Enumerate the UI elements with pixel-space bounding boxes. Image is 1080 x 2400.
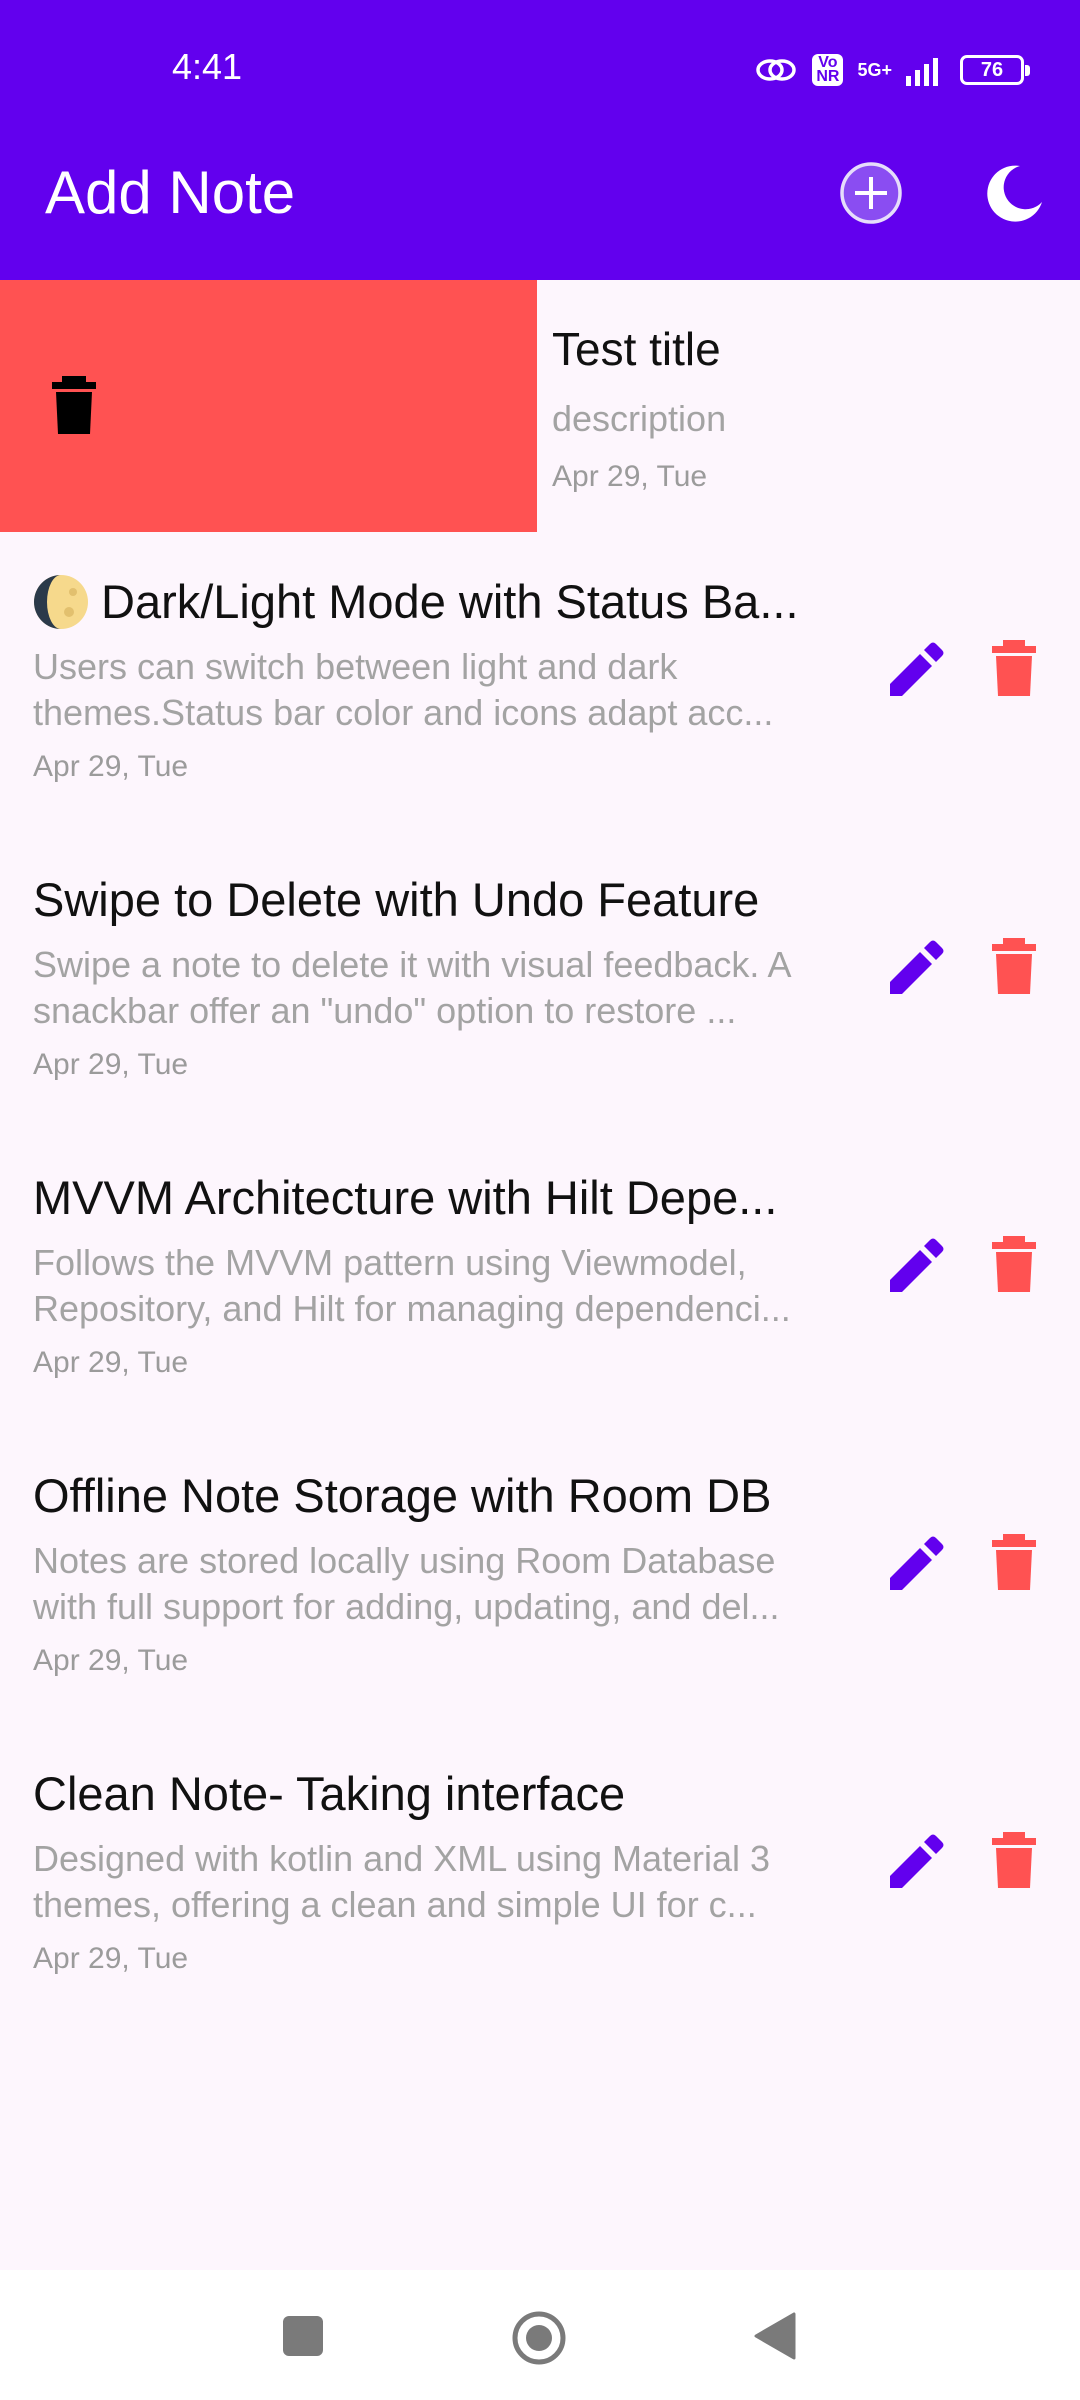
note-title: Test title <box>552 323 721 375</box>
add-circle-icon[interactable] <box>838 160 904 226</box>
note-title: MVVM Architecture with Hilt Depe... <box>33 1168 848 1228</box>
edit-icon[interactable] <box>886 1536 944 1594</box>
circle-icon[interactable] <box>511 2310 567 2366</box>
note-date: Apr 29, Tue <box>552 460 708 493</box>
note-date: Apr 29, Tue <box>33 1346 189 1379</box>
note-description: Users can switch between light and dark … <box>33 646 774 733</box>
triangle-back-icon[interactable] <box>752 2312 796 2360</box>
battery-icon: 76 <box>960 55 1030 85</box>
note-text: Clean Note- Taking interface Designed wi… <box>33 1764 848 1976</box>
note-text: Offline Note Storage with Room DB Notes … <box>33 1466 848 1678</box>
note-item[interactable]: Dark/Light Mode with Status Ba... Users … <box>0 532 1080 830</box>
note-title-text: Dark/Light Mode with Status Ba... <box>101 575 799 628</box>
status-icons: Vo NR 5G+ 76 <box>754 44 1030 96</box>
swipe-delete-background <box>0 280 537 532</box>
battery-level: 76 <box>980 58 1004 81</box>
status-time: 4:41 <box>172 46 243 87</box>
signal-icon <box>906 58 938 86</box>
note-item[interactable]: MVVM Architecture with Hilt Depe... Foll… <box>0 1128 1080 1426</box>
edit-icon[interactable] <box>886 940 944 998</box>
note-description: Follows the MVVM pattern using Viewmodel… <box>33 1242 791 1329</box>
volte-badge: Vo NR <box>812 54 844 86</box>
note-date: Apr 29, Tue <box>33 750 189 783</box>
note-description: Designed with kotlin and XML using Mater… <box>33 1838 771 1925</box>
swiped-note-content: Test title description Apr 29, Tue <box>552 322 1072 494</box>
delete-icon <box>52 376 96 434</box>
network-label: 5G+ <box>857 60 892 80</box>
note-title-text: MVVM Architecture with Hilt Depe... <box>33 1171 778 1224</box>
note-date: Apr 29, Tue <box>33 1942 189 1975</box>
note-item[interactable]: Swipe to Delete with Undo Feature Swipe … <box>0 830 1080 1128</box>
note-title-text: Clean Note- Taking interface <box>33 1767 626 1820</box>
delete-icon[interactable] <box>990 938 1038 994</box>
note-date: Apr 29, Tue <box>33 1644 189 1677</box>
note-text: Dark/Light Mode with Status Ba... Users … <box>33 572 848 784</box>
delete-icon[interactable] <box>990 1832 1038 1888</box>
notes-list: Test title description Apr 29, Tue Dark/… <box>0 280 1080 2022</box>
note-description: Notes are stored locally using Room Data… <box>33 1540 780 1627</box>
note-item[interactable]: Clean Note- Taking interface Designed wi… <box>0 1724 1080 2022</box>
note-title: Offline Note Storage with Room DB <box>33 1466 848 1526</box>
delete-icon[interactable] <box>990 1534 1038 1590</box>
moon-icon[interactable] <box>980 160 1046 226</box>
square-icon[interactable] <box>283 2316 323 2356</box>
edit-icon[interactable] <box>886 1834 944 1892</box>
note-text: MVVM Architecture with Hilt Depe... Foll… <box>33 1168 848 1380</box>
app-bar: 4:41 Vo NR 5G+ 76 Add Note <box>0 0 1080 280</box>
delete-icon[interactable] <box>990 1236 1038 1292</box>
link-icon <box>756 59 797 81</box>
system-nav-bar <box>0 2270 1080 2400</box>
note-item[interactable]: Offline Note Storage with Room DB Notes … <box>0 1426 1080 1724</box>
note-text: Swipe to Delete with Undo Feature Swipe … <box>33 870 848 1082</box>
note-description: Swipe a note to delete it with visual fe… <box>33 944 790 1031</box>
edit-icon[interactable] <box>886 642 944 700</box>
note-title: Clean Note- Taking interface <box>33 1764 848 1824</box>
note-title-text: Offline Note Storage with Room DB <box>33 1469 772 1522</box>
delete-icon[interactable] <box>990 640 1038 696</box>
swiped-note-item[interactable]: Test title description Apr 29, Tue <box>0 280 1080 532</box>
moon-emoji-icon <box>34 575 88 629</box>
note-title: Swipe to Delete with Undo Feature <box>33 870 848 930</box>
note-date: Apr 29, Tue <box>33 1048 189 1081</box>
edit-icon[interactable] <box>886 1238 944 1296</box>
note-title: Dark/Light Mode with Status Ba... <box>33 572 848 632</box>
note-title-text: Swipe to Delete with Undo Feature <box>33 873 760 926</box>
note-description: description <box>552 398 727 439</box>
page-title: Add Note <box>45 159 296 226</box>
